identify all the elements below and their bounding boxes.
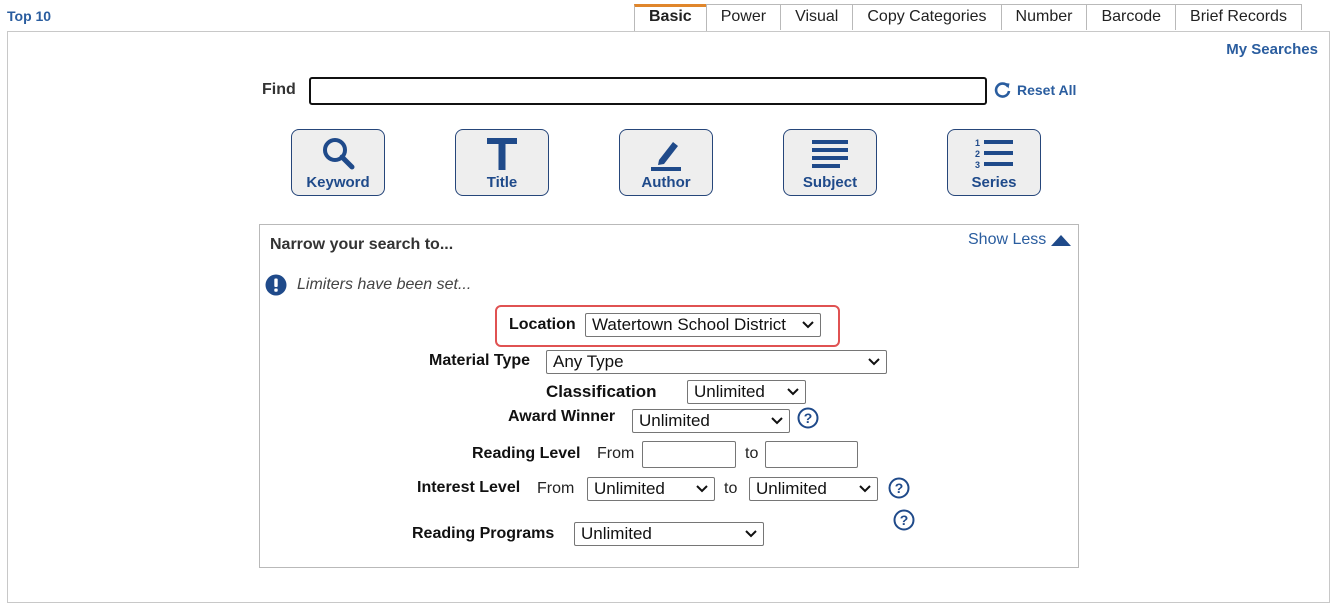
tab-power[interactable]: Power — [705, 4, 782, 30]
reading-level-from-input[interactable] — [642, 441, 736, 468]
refresh-icon — [994, 82, 1011, 98]
title-t-icon — [487, 138, 517, 170]
search-tabs: Basic Power Visual Copy Categories Numbe… — [634, 4, 1302, 32]
pencil-icon — [651, 142, 681, 171]
interest-help-icon[interactable]: ? — [888, 477, 910, 499]
classification-select[interactable]: Unlimited — [687, 380, 806, 404]
alert-icon — [265, 274, 287, 296]
title-search-button[interactable]: Title — [455, 129, 549, 196]
triangle-up-icon — [1051, 235, 1072, 246]
classification-value: Unlimited — [694, 382, 765, 401]
magnifier-icon — [323, 138, 355, 170]
find-input[interactable] — [309, 77, 987, 105]
svg-text:?: ? — [895, 480, 904, 496]
keyword-search-button[interactable]: Keyword — [291, 129, 385, 196]
narrow-title: Narrow your search to... — [270, 236, 454, 253]
limiters-note: Limiters have been set... — [265, 274, 471, 296]
series-search-button[interactable]: 1 2 3 Series — [947, 129, 1041, 196]
svg-text:2: 2 — [975, 149, 980, 159]
interest-level-to-select[interactable]: Unlimited — [749, 477, 878, 501]
tab-copy-categories[interactable]: Copy Categories — [852, 4, 1002, 30]
interest-level-from-select[interactable]: Unlimited — [587, 477, 715, 501]
series-label: Series — [971, 174, 1017, 191]
chevron-down-icon — [696, 485, 708, 493]
svg-text:?: ? — [804, 410, 813, 426]
reading-programs-label: Reading Programs — [412, 525, 555, 542]
reset-all-label: Reset All — [1017, 82, 1077, 98]
location-label: Location — [509, 316, 576, 333]
svg-text:?: ? — [900, 512, 909, 528]
material-type-value: Any Type — [553, 352, 624, 371]
show-less-link[interactable]: Show Less — [968, 231, 1072, 249]
tab-visual[interactable]: Visual — [780, 4, 854, 30]
tab-barcode[interactable]: Barcode — [1086, 4, 1177, 30]
author-label: Author — [641, 174, 691, 191]
author-search-button[interactable]: Author — [619, 129, 713, 196]
chevron-down-icon — [868, 358, 880, 366]
interest-level-to-label: to — [724, 480, 738, 497]
subject-label: Subject — [802, 174, 858, 191]
award-winner-value: Unlimited — [639, 411, 710, 430]
award-winner-select[interactable]: Unlimited — [632, 409, 790, 433]
interest-level-from-value: Unlimited — [594, 479, 665, 498]
reset-all-button[interactable]: Reset All — [994, 81, 1076, 99]
award-help-icon[interactable]: ? — [797, 407, 819, 429]
material-type-label: Material Type — [429, 352, 531, 369]
chevron-down-icon — [802, 321, 814, 329]
material-type-select[interactable]: Any Type — [546, 350, 887, 374]
show-less-label: Show Less — [968, 231, 1047, 248]
interest-level-to-value: Unlimited — [756, 479, 827, 498]
numbered-list-icon: 1 2 3 — [975, 138, 1013, 170]
chevron-down-icon — [859, 485, 871, 493]
subject-search-button[interactable]: Subject — [783, 129, 877, 196]
keyword-label: Keyword — [306, 174, 370, 191]
tab-number[interactable]: Number — [1000, 4, 1088, 30]
title-label: Title — [486, 174, 518, 191]
chevron-down-icon — [771, 417, 783, 425]
chevron-down-icon — [745, 530, 757, 538]
top10-link[interactable]: Top 10 — [7, 8, 51, 24]
find-label: Find — [262, 81, 296, 98]
lines-icon — [812, 140, 848, 168]
reading-level-label: Reading Level — [472, 445, 581, 462]
location-value: Watertown School District — [592, 315, 786, 334]
reading-level-to-label: to — [745, 445, 759, 462]
my-searches-link[interactable]: My Searches — [1226, 41, 1318, 58]
classification-label: Classification — [546, 382, 657, 401]
reading-level-from-label: From — [597, 445, 635, 462]
svg-text:3: 3 — [975, 160, 980, 170]
reading-programs-select[interactable]: Unlimited — [574, 522, 764, 546]
tab-basic[interactable]: Basic — [634, 4, 707, 32]
award-winner-label: Award Winner — [508, 408, 616, 425]
svg-text:1: 1 — [975, 138, 980, 148]
interest-level-from-label: From — [537, 480, 575, 497]
reading-programs-help-icon[interactable]: ? — [893, 509, 915, 531]
location-select[interactable]: Watertown School District — [585, 313, 821, 337]
reading-programs-value: Unlimited — [581, 524, 652, 543]
tab-brief-records[interactable]: Brief Records — [1175, 4, 1302, 30]
chevron-down-icon — [787, 388, 799, 396]
reading-level-to-input[interactable] — [765, 441, 858, 468]
interest-level-label: Interest Level — [417, 479, 521, 496]
limiters-note-text: Limiters have been set... — [297, 276, 472, 293]
